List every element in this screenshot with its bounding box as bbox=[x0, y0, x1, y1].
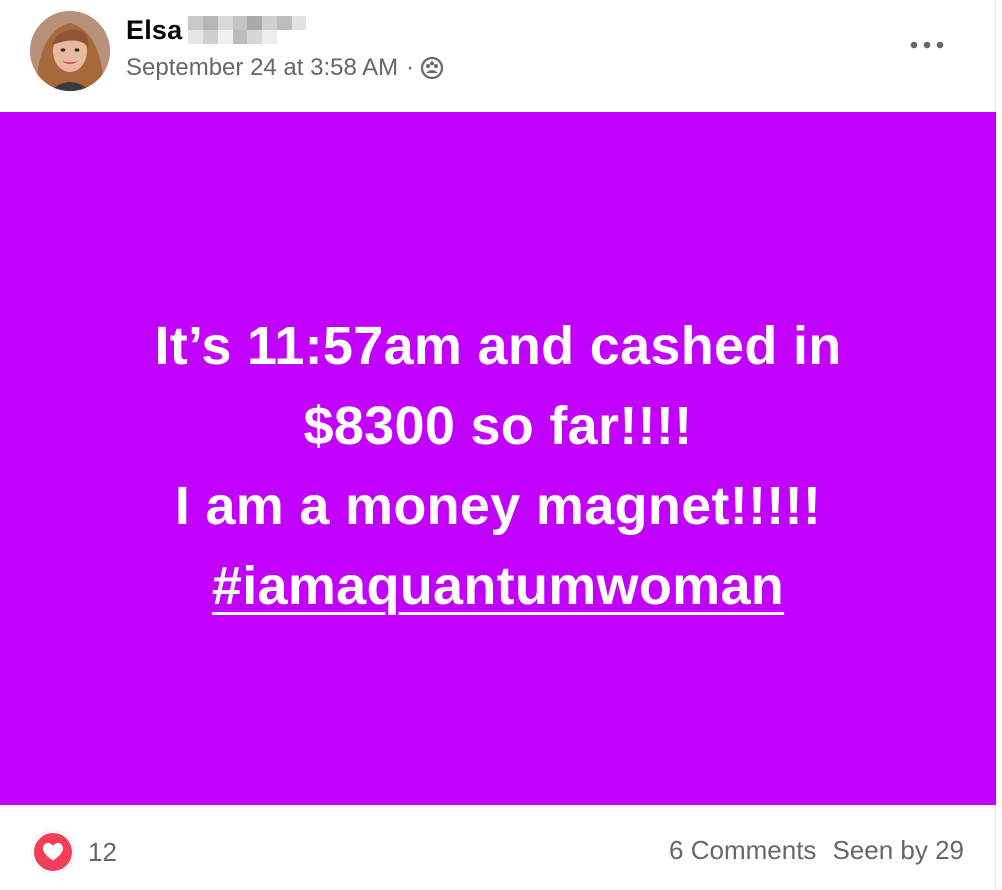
more-options-icon[interactable] bbox=[907, 30, 947, 60]
post-text-line: $8300 so far!!!! bbox=[303, 395, 693, 456]
avatar-image bbox=[30, 11, 110, 91]
post-text: It’s 11:57am and cashed in $8300 so far!… bbox=[154, 306, 841, 626]
reactions-summary[interactable]: 12 bbox=[32, 831, 117, 873]
seen-by-count[interactable]: Seen by 29 bbox=[832, 835, 964, 866]
love-reaction-icon bbox=[32, 831, 74, 873]
meta-separator: · bbox=[406, 54, 415, 81]
author-name[interactable]: Elsa bbox=[126, 15, 182, 46]
post-text-line: It’s 11:57am and cashed in bbox=[154, 315, 842, 376]
post-card: Elsa September 24 at 3:58 AM · It’s 11:5… bbox=[0, 0, 996, 890]
author-avatar[interactable] bbox=[30, 11, 110, 91]
post-header: Elsa September 24 at 3:58 AM · bbox=[0, 0, 995, 112]
group-audience-icon[interactable] bbox=[420, 56, 444, 80]
post-meta: September 24 at 3:58 AM · bbox=[126, 54, 444, 82]
author-line: Elsa bbox=[126, 14, 307, 46]
post-content-background: It’s 11:57am and cashed in $8300 so far!… bbox=[0, 112, 996, 805]
post-stats: 6 Comments Seen by 29 bbox=[669, 831, 964, 869]
post-timestamp[interactable]: September 24 at 3:58 AM bbox=[126, 54, 398, 82]
comments-count-link[interactable]: 6 Comments bbox=[669, 835, 816, 866]
redacted-surname bbox=[188, 16, 307, 44]
post-footer: 12 6 Comments Seen by 29 bbox=[0, 805, 996, 890]
reaction-count: 12 bbox=[88, 836, 117, 867]
hashtag-link[interactable]: #iamaquantumwoman bbox=[212, 556, 784, 616]
post-text-line: I am a money magnet!!!!! bbox=[174, 475, 822, 536]
